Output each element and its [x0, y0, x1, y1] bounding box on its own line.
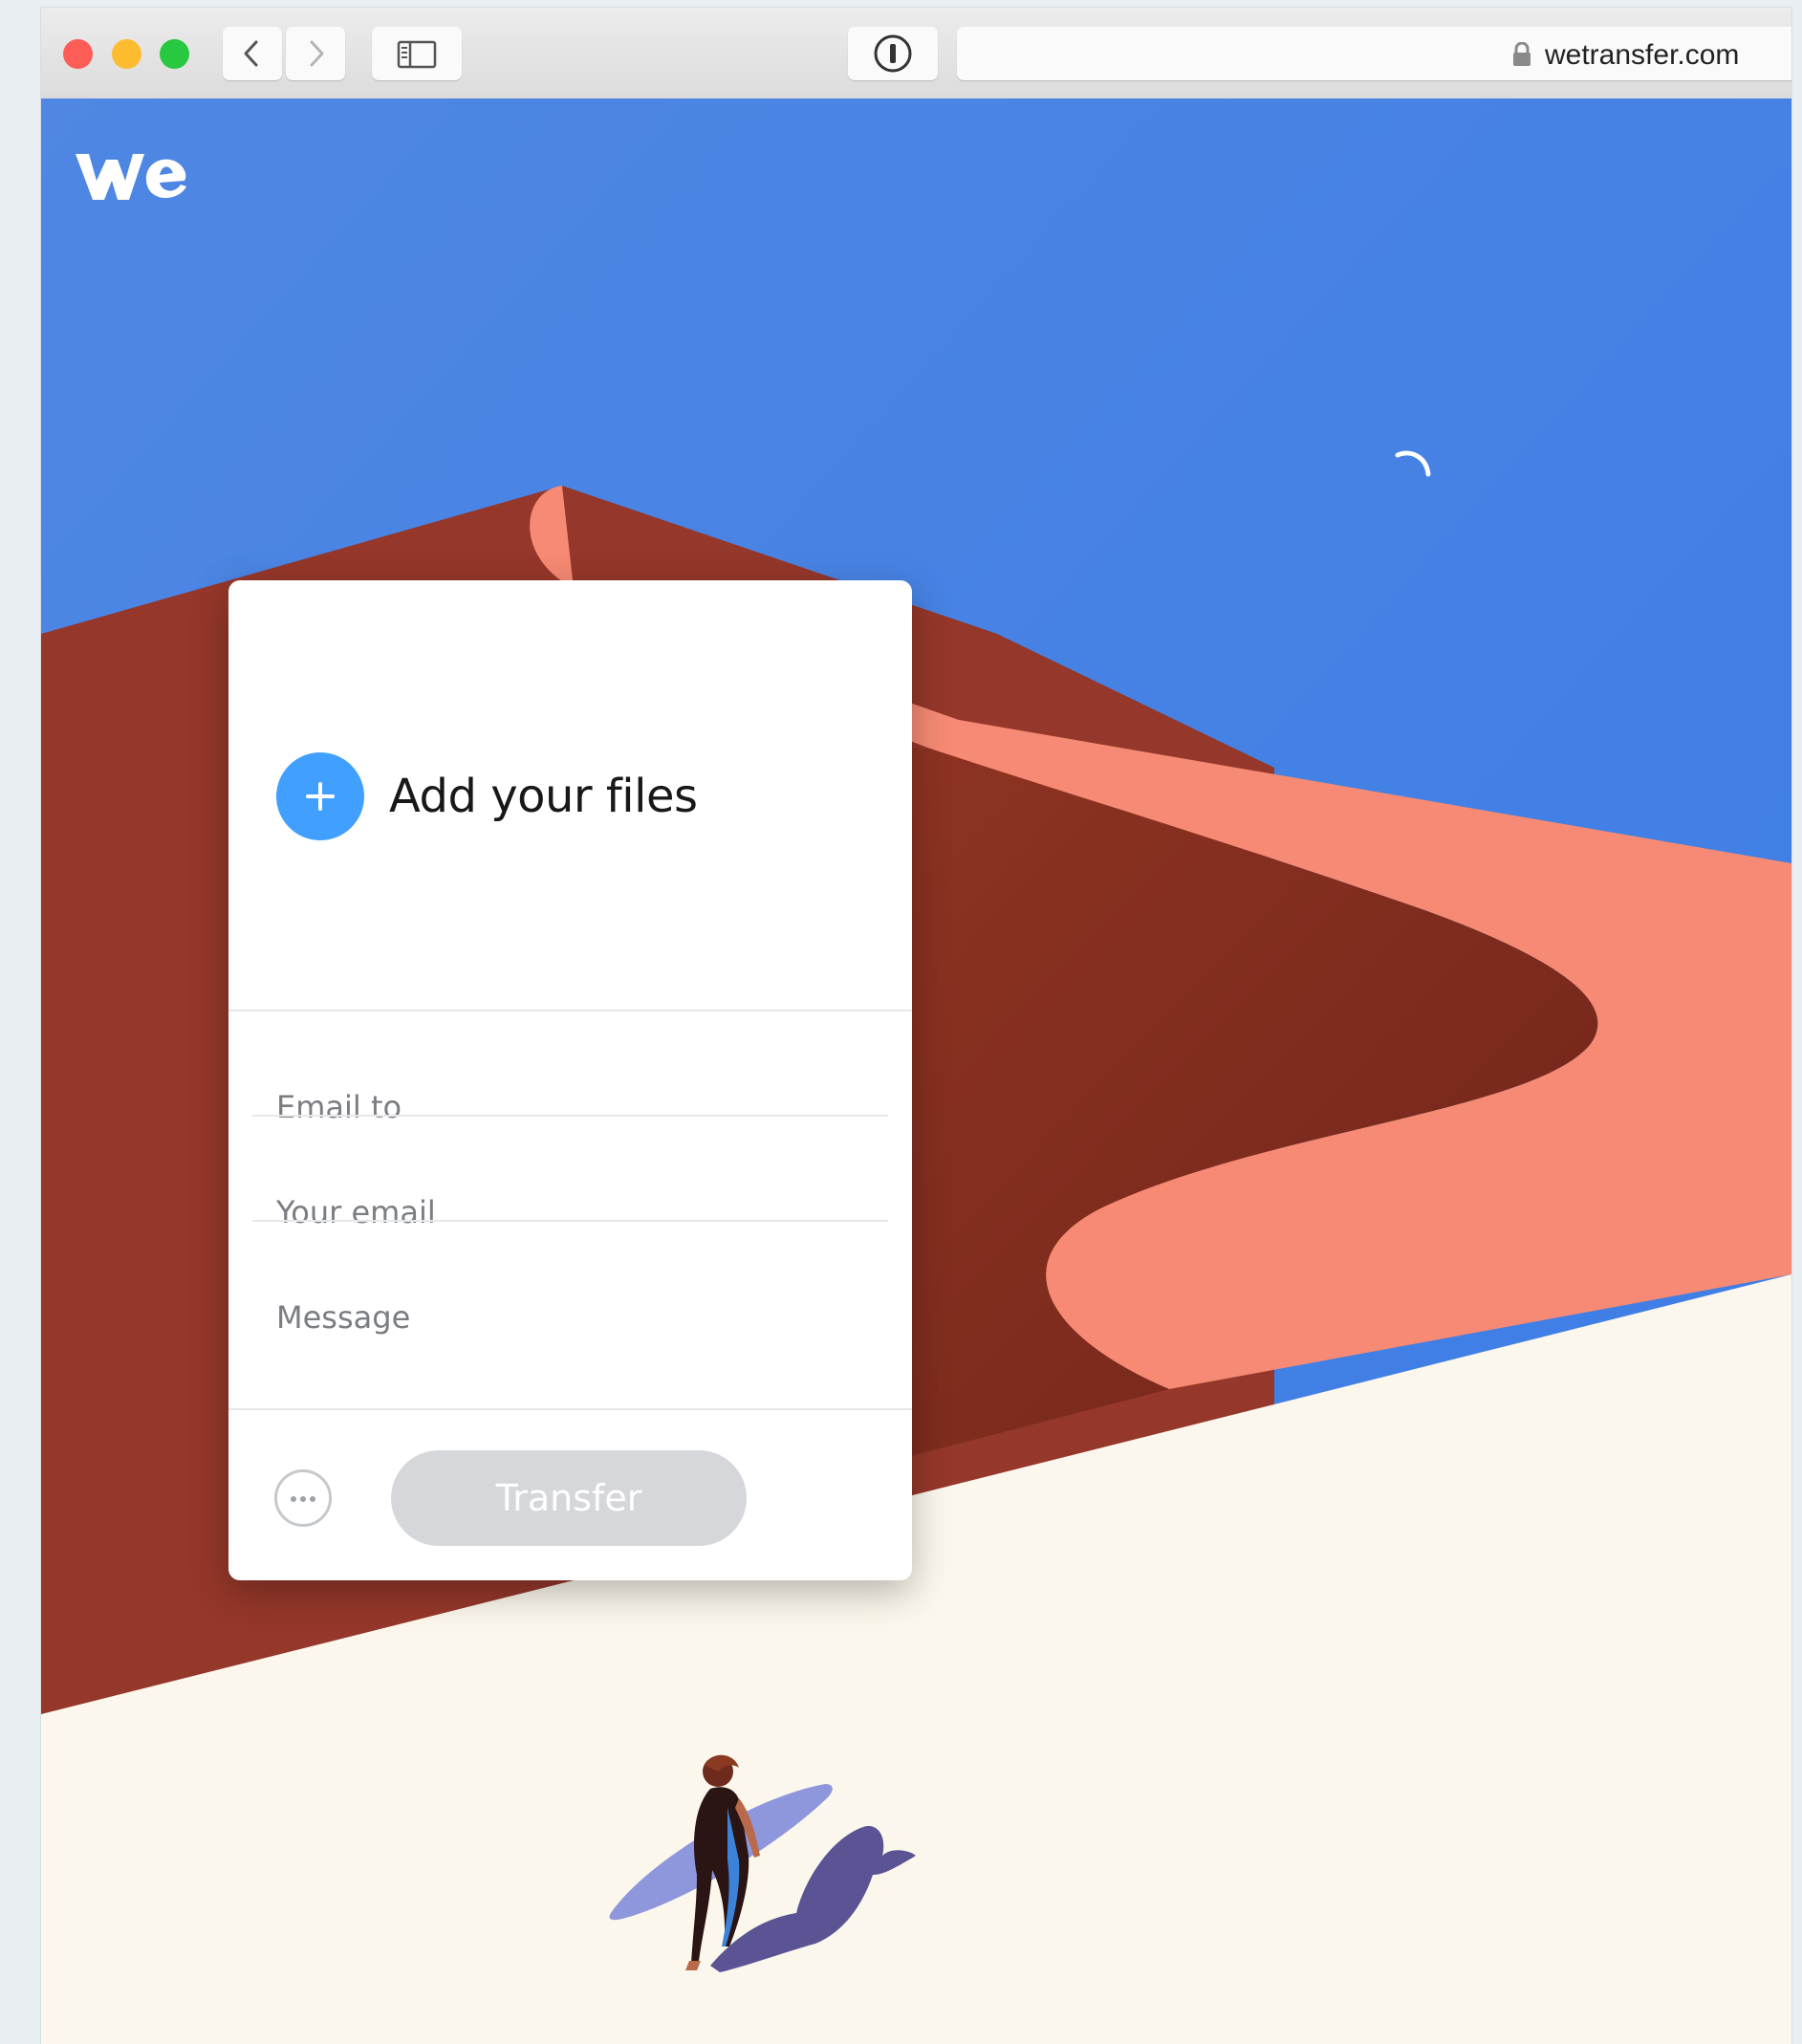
sidebar-toggle-button[interactable] — [372, 27, 462, 80]
upload-card: Add your files Email to Your email Messa… — [228, 580, 912, 1580]
email-to-field[interactable]: Email to — [276, 1089, 869, 1146]
url-text: wetransfer.com — [1545, 39, 1740, 71]
wetransfer-logo — [76, 154, 186, 200]
divider — [228, 1010, 912, 1011]
lock-icon — [1513, 42, 1531, 66]
add-files-label: Add your files — [389, 770, 698, 823]
sidebar-icon — [397, 40, 437, 69]
message-field[interactable]: Message — [276, 1299, 869, 1357]
password-manager-icon — [874, 34, 912, 73]
your-email-field[interactable]: Your email — [276, 1194, 869, 1251]
loading-spinner-icon — [1395, 450, 1431, 477]
add-files-button[interactable]: Add your files — [276, 752, 698, 840]
minimize-window-button[interactable] — [112, 39, 141, 69]
divider — [252, 1220, 888, 1222]
add-files-circle[interactable] — [276, 752, 364, 840]
back-button[interactable] — [223, 27, 282, 80]
address-bar[interactable]: wetransfer.com — [957, 27, 1791, 80]
more-options-button[interactable] — [274, 1469, 332, 1527]
page-content: Add your files Email to Your email Messa… — [41, 98, 1791, 2044]
zoom-window-button[interactable] — [160, 39, 189, 69]
transfer-button[interactable]: Transfer — [391, 1450, 747, 1546]
chevron-left-icon — [244, 40, 258, 67]
plus-icon — [306, 782, 335, 811]
browser-toolbar: wetransfer.com — [41, 8, 1791, 99]
ellipsis-icon-dot — [310, 1496, 315, 1502]
forward-button[interactable] — [286, 27, 345, 80]
password-manager-button[interactable] — [848, 27, 938, 80]
surfer-illustration — [609, 1754, 916, 1972]
divider — [252, 1115, 888, 1117]
close-window-button[interactable] — [63, 39, 93, 69]
divider — [228, 1408, 912, 1410]
ellipsis-icon-dot — [291, 1496, 296, 1502]
ellipsis-icon-dot — [300, 1496, 306, 1502]
browser-window: wetransfer.com Add your files Email to Y… — [41, 8, 1791, 2044]
chevron-right-icon — [310, 40, 324, 67]
